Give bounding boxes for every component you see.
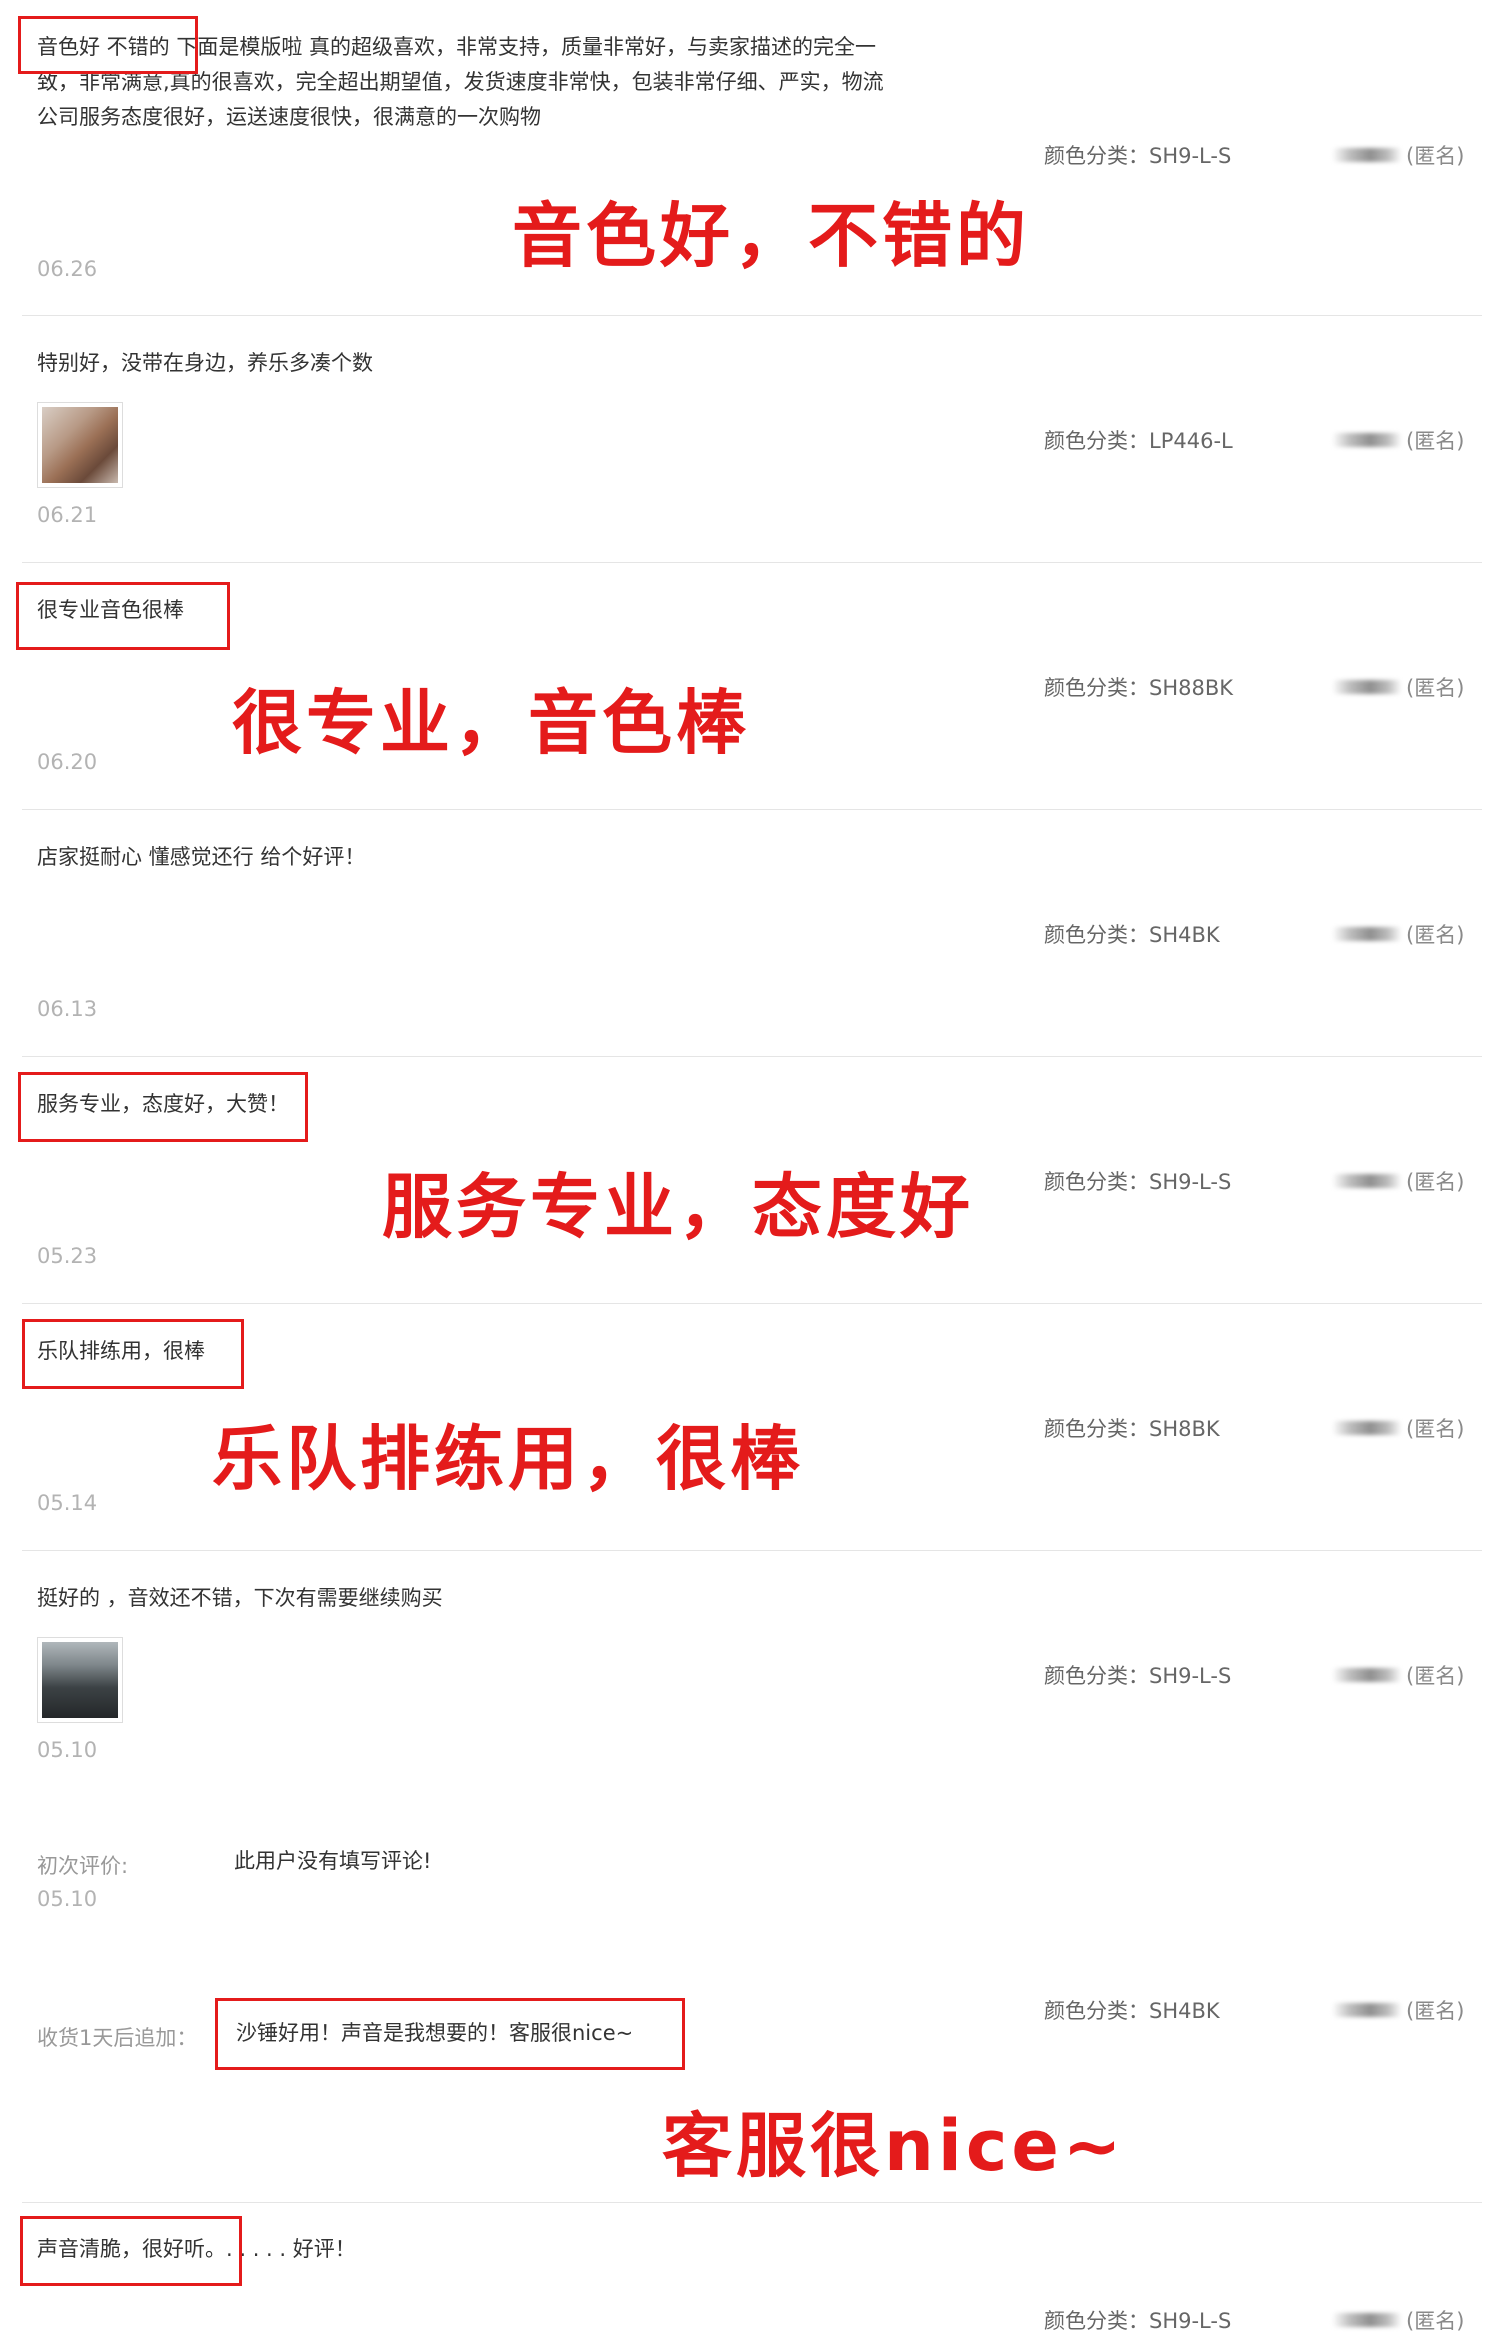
highlight-box bbox=[16, 582, 230, 650]
review-text: 特别好，没带在身边，养乐多凑个数 bbox=[37, 351, 373, 375]
review-item: 挺好的 ，音效还不错，下次有需要继续购买 颜色分类：SH9-L-S (匿名) 0… bbox=[22, 1550, 1482, 2203]
highlight-box bbox=[20, 2216, 242, 2286]
reviewer: (匿名) bbox=[1332, 1413, 1464, 1443]
reviewer: (匿名) bbox=[1332, 425, 1464, 455]
review-item: 很专业音色很棒 颜色分类：SH88BK (匿名) 很专业，音色棒 06.20 bbox=[16, 562, 1482, 810]
review-date: 05.23 bbox=[37, 1244, 98, 1268]
anonymous-label: (匿名) bbox=[1406, 1170, 1465, 1194]
review-date: 06.13 bbox=[37, 997, 98, 1021]
review-text: 挺好的 ，音效还不错，下次有需要继续购买 bbox=[37, 1586, 443, 1610]
anonymous-label: (匿名) bbox=[1406, 676, 1465, 700]
review-date: 06.20 bbox=[37, 750, 98, 774]
followup-label: 收货1天后追加： bbox=[37, 2026, 198, 2050]
anonymous-label: (匿名) bbox=[1406, 429, 1465, 453]
reviewer: (匿名) bbox=[1332, 919, 1464, 949]
reviewer: (匿名) bbox=[1332, 140, 1464, 170]
callout-text: 音色好，不错的 bbox=[512, 195, 1030, 277]
initial-review-date: 05.10 bbox=[37, 1887, 98, 1911]
sku-label: 颜色分类：SH4BK bbox=[1044, 923, 1220, 947]
highlight-box bbox=[18, 1072, 308, 1142]
review-item: 店家挺耐心 懂感觉还行 给个好评！ 颜色分类：SH4BK (匿名) 06.13 bbox=[22, 809, 1482, 1057]
blurred-username bbox=[1332, 148, 1402, 162]
highlight-box bbox=[18, 16, 198, 74]
review-item: 乐队排练用，很棒 颜色分类：SH8BK (匿名) 乐队排练用，很棒 05.14 bbox=[22, 1303, 1482, 1551]
initial-review-text: 此用户没有填写评论! bbox=[234, 1849, 432, 1873]
anonymous-label: (匿名) bbox=[1406, 2309, 1465, 2333]
followup-sku-label: 颜色分类：SH4BK bbox=[1044, 1999, 1220, 2023]
blurred-username bbox=[1332, 433, 1402, 447]
review-photo[interactable] bbox=[37, 402, 123, 488]
review-date: 06.26 bbox=[37, 257, 98, 281]
sku-label: 颜色分类：LP446-L bbox=[1044, 429, 1233, 453]
photo-image bbox=[42, 1642, 118, 1718]
highlight-box bbox=[22, 1319, 244, 1389]
anonymous-label: (匿名) bbox=[1406, 923, 1465, 947]
sku-label: 颜色分类：SH8BK bbox=[1044, 1417, 1220, 1441]
callout-text: 乐队排练用，很棒 bbox=[212, 1418, 804, 1500]
reviewer: (匿名) bbox=[1332, 1660, 1464, 1690]
anonymous-label: (匿名) bbox=[1406, 1664, 1465, 1688]
reviewer: (匿名) bbox=[1332, 1166, 1464, 1196]
review-item: 特别好，没带在身边，养乐多凑个数 颜色分类：LP446-L (匿名) 06.21 bbox=[22, 315, 1482, 563]
review-photo[interactable] bbox=[37, 1637, 123, 1723]
callout-text: 服务专业，态度好 bbox=[382, 1166, 974, 1248]
reviewer: (匿名) bbox=[1332, 2305, 1464, 2335]
followup-reviewer: (匿名) bbox=[1332, 1995, 1464, 2025]
sku-label: 颜色分类：SH9-L-S bbox=[1044, 144, 1232, 168]
review-item: 服务专业，态度好，大赞！ 颜色分类：SH9-L-S (匿名) 服务专业，态度好 … bbox=[18, 1056, 1482, 1304]
photo-image bbox=[42, 407, 118, 483]
anonymous-label: (匿名) bbox=[1406, 1999, 1465, 2023]
blurred-username bbox=[1332, 927, 1402, 941]
review-item: 音色好 不错的 下面是模版啦 真的超级喜欢，非常支持，质量非常好，与卖家描述的完… bbox=[18, 0, 1482, 316]
initial-review-label: 初次评价: bbox=[37, 1854, 129, 1878]
review-date: 05.14 bbox=[37, 1491, 98, 1515]
sku-label: 颜色分类：SH9-L-S bbox=[1044, 1170, 1232, 1194]
anonymous-label: (匿名) bbox=[1406, 144, 1465, 168]
blurred-username bbox=[1332, 680, 1402, 694]
review-text: 店家挺耐心 懂感觉还行 给个好评！ bbox=[37, 845, 366, 869]
sku-label: 颜色分类：SH88BK bbox=[1044, 676, 1234, 700]
sku-label: 颜色分类：SH9-L-S bbox=[1044, 1664, 1232, 1688]
blurred-username bbox=[1332, 2313, 1402, 2327]
review-text-line: 公司服务态度很好，运送速度很快，很满意的一次购物 bbox=[37, 105, 541, 129]
anonymous-label: (匿名) bbox=[1406, 1417, 1465, 1441]
reviewer: (匿名) bbox=[1332, 672, 1464, 702]
review-item: 声音清脆，很好听。. . . . . 好评！ 颜色分类：SH9-L-S (匿名) bbox=[20, 2202, 1482, 2333]
blurred-username bbox=[1332, 1421, 1402, 1435]
blurred-username bbox=[1332, 1174, 1402, 1188]
blurred-username bbox=[1332, 2003, 1402, 2017]
callout-text: 很专业，音色棒 bbox=[232, 682, 750, 764]
callout-text: 客服很nice~ bbox=[662, 2105, 1126, 2187]
review-date: 05.10 bbox=[37, 1738, 98, 1762]
sku-label: 颜色分类：SH9-L-S bbox=[1044, 2309, 1232, 2333]
highlight-box bbox=[215, 1998, 685, 2070]
review-date: 06.21 bbox=[37, 503, 98, 527]
blurred-username bbox=[1332, 1668, 1402, 1682]
